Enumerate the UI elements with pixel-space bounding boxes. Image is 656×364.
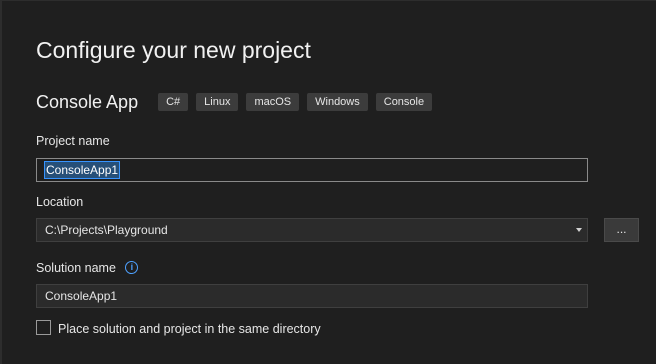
tag-platform-macos: macOS (246, 93, 300, 111)
project-name-label: Project name (36, 134, 110, 148)
template-summary: Console App C# Linux macOS Windows Conso… (36, 90, 440, 114)
tag-platform-linux: Linux (196, 93, 239, 111)
template-name: Console App (36, 91, 139, 112)
same-directory-checkbox[interactable] (36, 320, 51, 335)
chevron-down-icon[interactable] (576, 228, 582, 232)
location-combobox[interactable]: C:\Projects\Playground (36, 218, 588, 242)
project-name-input[interactable]: ConsoleApp1 (36, 158, 588, 182)
location-value: C:\Projects\Playground (45, 223, 168, 237)
tag-project-type: Console (375, 93, 433, 111)
dialog-page: Configure your new project Console App C… (0, 0, 656, 364)
tag-language: C# (158, 93, 189, 111)
solution-name-label: Solution name (36, 261, 116, 275)
browse-button[interactable]: ... (604, 218, 639, 242)
same-directory-label[interactable]: Place solution and project in the same d… (58, 322, 321, 336)
page-title: Configure your new project (36, 37, 311, 63)
solution-name-label-row: Solution name i (36, 261, 139, 275)
solution-name-value: ConsoleApp1 (45, 289, 118, 303)
solution-name-input[interactable]: ConsoleApp1 (36, 284, 588, 308)
tag-platform-windows: Windows (307, 93, 368, 111)
project-name-value: ConsoleApp1 (43, 161, 121, 179)
location-label: Location (36, 195, 84, 209)
info-icon[interactable]: i (125, 261, 139, 275)
